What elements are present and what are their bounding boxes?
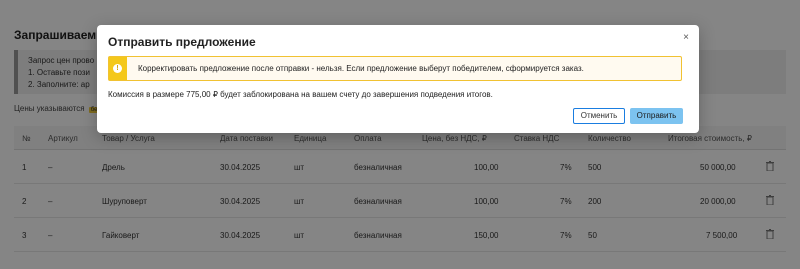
warning-text: Корректировать предложение после отправк…	[138, 64, 584, 73]
commission-text: Комиссия в размере 775,00 ₽ будет заблок…	[108, 90, 493, 99]
warning-icon: !	[109, 57, 127, 80]
close-icon[interactable]: ×	[681, 33, 691, 43]
cancel-button[interactable]: Отменить	[573, 108, 625, 124]
exclamation-icon: !	[113, 64, 122, 73]
send-button[interactable]: Отправить	[630, 108, 683, 124]
warning-alert: ! Корректировать предложение после отпра…	[108, 56, 682, 81]
submit-offer-dialog: Отправить предложение × ! Корректировать…	[97, 25, 699, 133]
dialog-title: Отправить предложение	[108, 35, 256, 49]
